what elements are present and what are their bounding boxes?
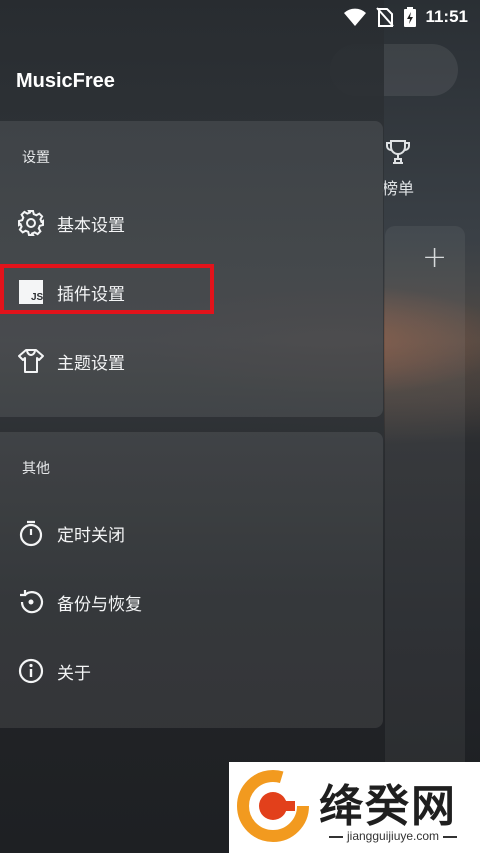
menu-item-backup-restore[interactable]: 备份与恢复 <box>0 574 383 630</box>
background-card <box>385 226 465 786</box>
watermark-name: 绛癸网 <box>319 781 457 832</box>
status-bar: 11:51 <box>0 0 480 34</box>
menu-item-label: 基本设置 <box>57 215 125 236</box>
menu-item-about[interactable]: 关于 <box>0 643 383 699</box>
menu-item-label: 备份与恢复 <box>57 594 142 615</box>
settings-section-label: 设置 <box>22 150 50 166</box>
svg-text:JS: JS <box>31 292 44 303</box>
add-icon: + <box>422 240 448 275</box>
watermark: 绛癸网 jiangguijiuye.com <box>229 762 480 853</box>
watermark-url: jiangguijiuye.com <box>325 829 461 843</box>
clock: 11:51 <box>425 7 468 26</box>
other-section-label: 其他 <box>22 461 50 477</box>
menu-item-plugin-settings[interactable]: JS 插件设置 <box>0 264 383 320</box>
wifi-icon <box>344 8 367 26</box>
other-section: 其他 定时关闭 备份与恢复 关于 <box>0 432 383 728</box>
menu-item-basic-settings[interactable]: 基本设置 <box>0 195 383 251</box>
menu-item-sleep-timer[interactable]: 定时关闭 <box>0 505 383 561</box>
trophy-icon <box>386 140 410 164</box>
menu-item-label: 关于 <box>57 663 91 684</box>
menu-item-label: 插件设置 <box>57 284 125 305</box>
info-icon <box>17 657 45 685</box>
navigation-drawer: MusicFree 设置 基本设置 JS 插件设置 主题设置 其他 定时关闭 备… <box>0 0 384 853</box>
restore-icon <box>17 588 45 616</box>
timer-icon <box>17 519 45 547</box>
gear-icon <box>17 209 45 237</box>
js-plugin-icon: JS <box>17 278 45 306</box>
no-sim-icon <box>376 7 395 27</box>
watermark-logo-icon <box>237 770 309 842</box>
battery-charging-icon <box>404 7 417 27</box>
menu-item-theme-settings[interactable]: 主题设置 <box>0 333 383 389</box>
menu-item-label: 主题设置 <box>57 353 125 374</box>
menu-item-label: 定时关闭 <box>57 525 125 546</box>
tshirt-icon <box>17 347 45 375</box>
background-rank-label: 榜单 <box>382 179 415 198</box>
settings-section: 设置 基本设置 JS 插件设置 主题设置 <box>0 121 383 417</box>
app-title: MusicFree <box>16 70 115 92</box>
